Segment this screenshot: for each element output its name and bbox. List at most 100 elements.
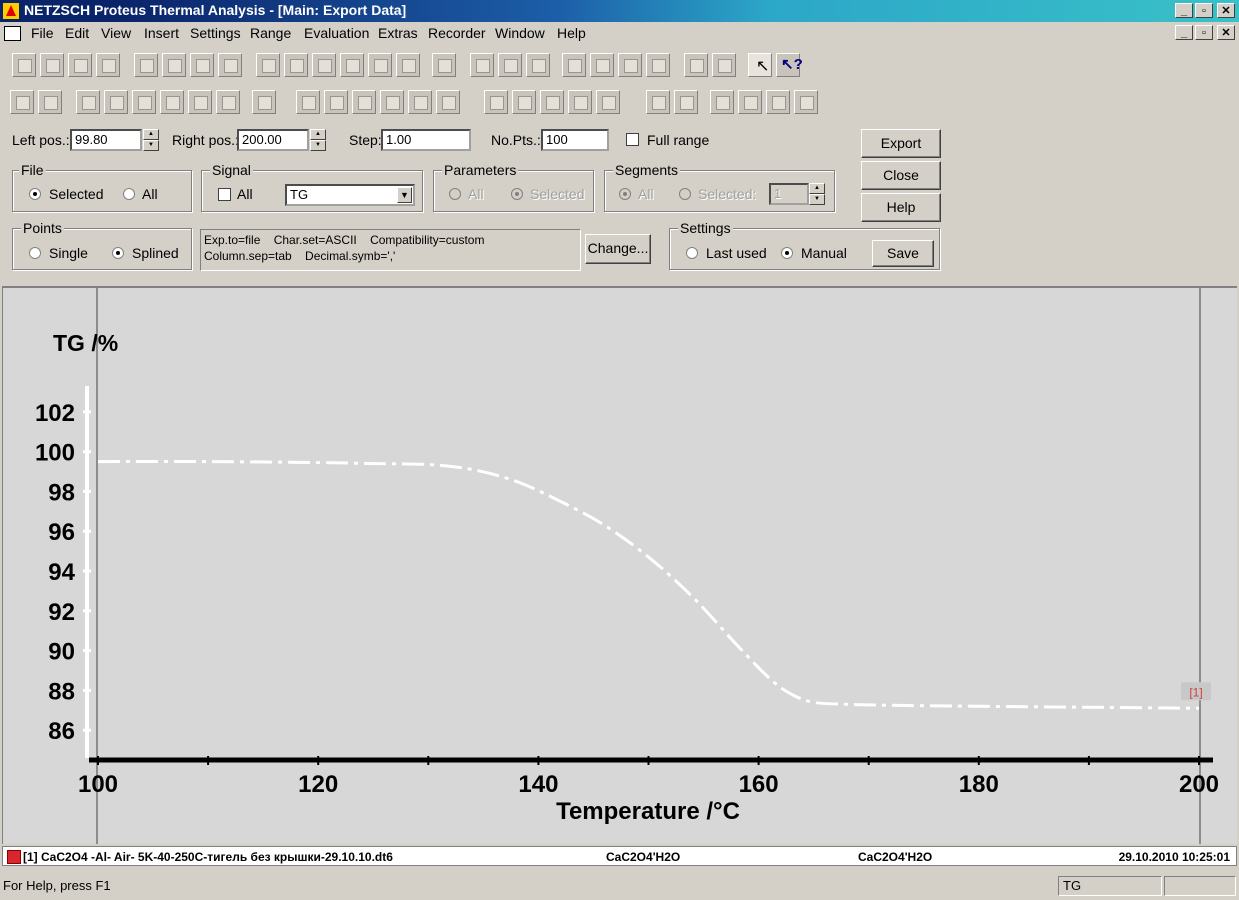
help-button[interactable]: Help — [861, 193, 941, 222]
table-icon[interactable] — [340, 53, 364, 77]
save-settings-button[interactable]: Save — [872, 240, 934, 267]
menu-recorder[interactable]: Recorder — [428, 25, 486, 41]
zoom-y-icon[interactable] — [498, 53, 522, 77]
menu-window[interactable]: Window — [495, 25, 545, 41]
settings-gear-icon[interactable] — [76, 90, 100, 114]
print-preview-icon[interactable] — [162, 53, 186, 77]
points-single-radio[interactable] — [29, 247, 41, 259]
area-icon[interactable] — [216, 90, 240, 114]
mdi-close-button[interactable]: ✕ — [1217, 25, 1235, 40]
menu-edit[interactable]: Edit — [65, 25, 89, 41]
peaks-icon[interactable] — [396, 53, 420, 77]
right-pos-spinner[interactable]: ▲ ▼ — [310, 129, 326, 151]
minimize-button[interactable]: _ — [1175, 3, 1193, 18]
menu-view[interactable]: View — [101, 25, 131, 41]
print-setup-icon[interactable] — [134, 53, 158, 77]
mass-change-icon[interactable] — [296, 90, 320, 114]
menu-file[interactable]: File — [31, 25, 54, 41]
step-down-icon[interactable] — [710, 90, 734, 114]
print-icon[interactable] — [190, 53, 214, 77]
close-button[interactable]: Close — [861, 161, 941, 190]
mdi-restore-button[interactable]: ▫ — [1195, 25, 1213, 40]
npts-input[interactable]: 100 — [541, 129, 609, 151]
full-range-checkbox[interactable] — [626, 133, 639, 146]
step-up-icon[interactable] — [738, 90, 762, 114]
menu-evaluation[interactable]: Evaluation — [304, 25, 369, 41]
window-icon[interactable] — [712, 53, 736, 77]
slope-icon[interactable] — [352, 90, 376, 114]
document-icon[interactable] — [4, 26, 21, 41]
file-all-radio[interactable] — [123, 188, 135, 200]
export-button[interactable]: Export — [861, 129, 941, 158]
menu-extras[interactable]: Extras — [378, 25, 418, 41]
tg-step-icon[interactable] — [512, 90, 536, 114]
properties-icon[interactable] — [68, 53, 92, 77]
step-input[interactable]: 1.00 — [381, 129, 471, 151]
ta-icon[interactable] — [674, 90, 698, 114]
link-icon[interactable] — [646, 53, 670, 77]
chevron-down-icon[interactable]: ▼ — [397, 187, 412, 203]
tg-peak-2-icon[interactable] — [408, 90, 432, 114]
zoom-x-icon[interactable] — [470, 53, 494, 77]
ta-peak-icon[interactable] — [766, 90, 790, 114]
signal-select[interactable]: TG ▼ — [285, 184, 415, 206]
pointer-icon[interactable]: ↖ — [748, 53, 772, 77]
menu-help[interactable]: Help — [557, 25, 586, 41]
recalculate-icon[interactable] — [96, 53, 120, 77]
settings-last-used-radio[interactable] — [686, 247, 698, 259]
segments-all-radio[interactable] — [619, 188, 631, 200]
curve-icon[interactable] — [284, 53, 308, 77]
mdi-minimize-button[interactable]: _ — [1175, 25, 1193, 40]
refresh-icon[interactable] — [252, 90, 276, 114]
left-pos-input[interactable]: 99.80 — [70, 129, 142, 151]
residual-mass-icon[interactable] — [324, 90, 348, 114]
axis-icon[interactable] — [590, 53, 614, 77]
tg-peak-icon[interactable] — [380, 90, 404, 114]
glass-transition-icon[interactable] — [484, 90, 508, 114]
monitor-icon[interactable] — [684, 53, 708, 77]
signal-all-checkbox[interactable] — [218, 188, 231, 201]
peak-icon[interactable] — [160, 90, 184, 114]
right-pos-input[interactable]: 200.00 — [237, 129, 309, 151]
scale-icon[interactable] — [562, 53, 586, 77]
menu-settings[interactable]: Settings — [190, 25, 241, 41]
baseline-icon[interactable] — [540, 90, 564, 114]
delete-icon[interactable] — [432, 53, 456, 77]
file-selected-radio[interactable] — [29, 188, 41, 200]
close-window-button[interactable]: ✕ — [1217, 3, 1235, 18]
new-icon[interactable] — [12, 53, 36, 77]
endset-icon[interactable] — [132, 90, 156, 114]
segments-selected-radio[interactable] — [679, 188, 691, 200]
context-help-icon[interactable]: ↖? — [776, 53, 803, 77]
points-splined-radio[interactable] — [112, 247, 124, 259]
menu-insert[interactable]: Insert — [144, 25, 179, 41]
parameters-all-radio[interactable] — [449, 188, 461, 200]
integral-icon[interactable] — [596, 90, 620, 114]
derivative-1-icon[interactable] — [10, 90, 34, 114]
comment-icon[interactable] — [436, 90, 460, 114]
zoom-all-icon[interactable] — [526, 53, 550, 77]
left-pos-spinner[interactable]: ▲ ▼ — [143, 129, 159, 151]
area-fill-icon[interactable] — [794, 90, 818, 114]
fit-icon[interactable] — [618, 53, 642, 77]
ta-onset-icon[interactable] — [646, 90, 670, 114]
change-button[interactable]: Change... — [585, 234, 651, 264]
multi-peak-icon[interactable] — [188, 90, 212, 114]
derivative-2-icon[interactable] — [38, 90, 62, 114]
range-icon[interactable] — [312, 53, 336, 77]
maximize-button[interactable]: ▫ — [1195, 3, 1213, 18]
settings-manual-radio[interactable] — [781, 247, 793, 259]
partial-area-icon[interactable] — [568, 90, 592, 114]
plot-area[interactable]: 86 88 90 92 94 96 98 100 102 100 120 140 160 180 200 TG… — [2, 286, 1237, 844]
tg-curve[interactable] — [97, 460, 1200, 710]
segments-spinner[interactable]: ▲ ▼ — [809, 183, 825, 205]
menu-range[interactable]: Range — [250, 25, 291, 41]
segment-icon[interactable] — [256, 53, 280, 77]
parameters-selected-radio[interactable] — [511, 188, 523, 200]
copy-graph-icon[interactable] — [218, 53, 242, 77]
segments-number-input[interactable]: 1 — [769, 183, 809, 205]
open-icon[interactable] — [40, 53, 64, 77]
status-help-text: For Help, press F1 — [3, 878, 111, 893]
onset-icon[interactable] — [104, 90, 128, 114]
grid-icon[interactable] — [368, 53, 392, 77]
